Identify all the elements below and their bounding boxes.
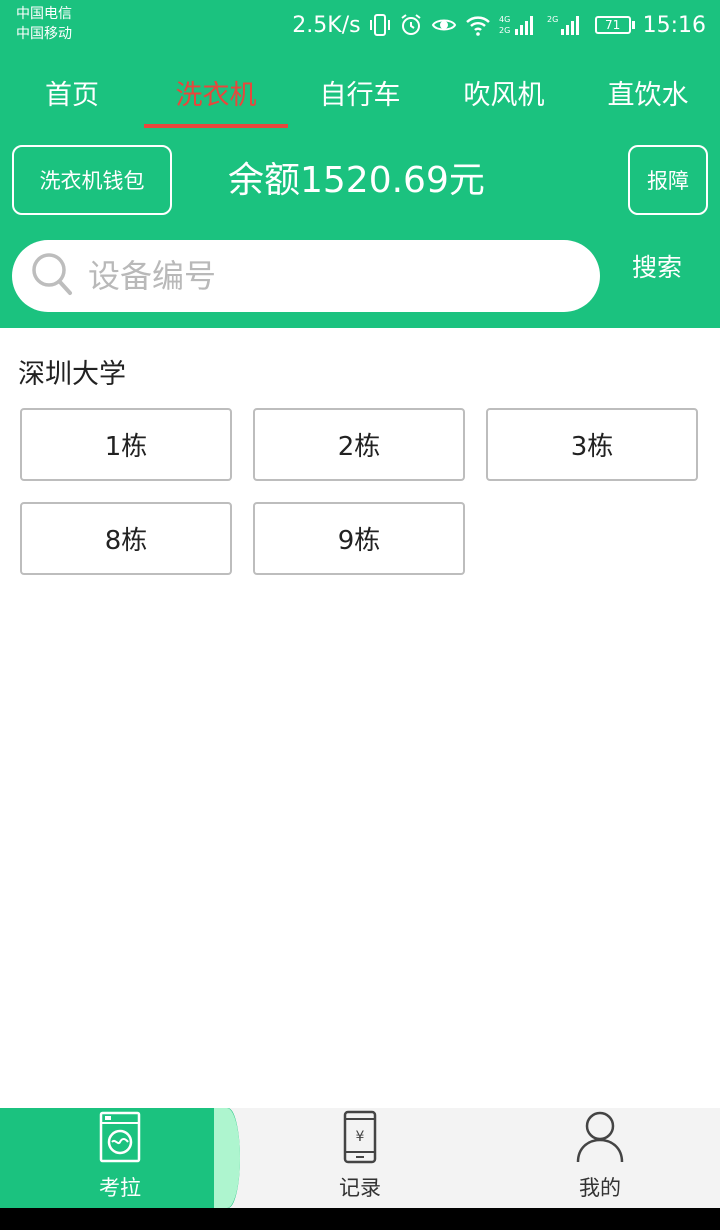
eye-icon (431, 13, 457, 37)
svg-text:2G: 2G (547, 15, 558, 24)
nav-item-koala[interactable]: 考拉 (0, 1108, 240, 1208)
tab-drinking-water[interactable]: 直饮水 (576, 52, 720, 132)
clock: 15:16 (642, 12, 706, 38)
svg-text:2G: 2G (499, 26, 510, 35)
phone-yuan-icon: ¥ (342, 1110, 378, 1164)
category-tabs: 首页 洗衣机 自行车 吹风机 直饮水 (0, 52, 720, 132)
carrier-info: 中国电信 中国移动 (16, 4, 72, 44)
building-button[interactable]: 8栋 (20, 502, 232, 575)
alarm-icon (399, 13, 423, 37)
battery-icon: 71 (594, 16, 635, 34)
search-box[interactable] (12, 240, 600, 312)
report-fault-button[interactable]: 报障 (628, 145, 708, 215)
net-speed: 2.5K/s (292, 12, 361, 38)
building-button[interactable]: 9栋 (253, 502, 465, 575)
nav-item-records[interactable]: ¥ 记录 (240, 1108, 480, 1208)
search-icon (30, 251, 74, 301)
svg-text:¥: ¥ (356, 1129, 365, 1145)
campus-title: 深圳大学 (18, 359, 126, 390)
carrier-telecom: 中国电信 (16, 6, 72, 22)
search-button[interactable]: 搜索 (632, 250, 682, 286)
status-indicators: 2.5K/s 4G 2G 2G 71 15:16 (292, 10, 706, 40)
nav-label-records: 记录 (339, 1176, 381, 1200)
carrier-mobile: 中国移动 (16, 26, 72, 42)
signal-2g-icon: 2G (547, 13, 587, 37)
user-icon (575, 1110, 625, 1164)
building-grid: 1栋 2栋 3栋 8栋 9栋 (20, 408, 700, 575)
balance-text: 余额1520.69元 (228, 160, 485, 201)
battery-level: 71 (594, 16, 631, 34)
tab-washing-machine[interactable]: 洗衣机 (144, 52, 288, 132)
nav-label-mine: 我的 (579, 1176, 621, 1200)
status-bar: 中国电信 中国移动 2.5K/s 4G 2G 2G 71 15:16 (0, 0, 720, 52)
building-button[interactable]: 2栋 (253, 408, 465, 481)
tab-home[interactable]: 首页 (0, 52, 144, 132)
nav-item-mine[interactable]: 我的 (480, 1108, 720, 1208)
bottom-nav: 考拉 ¥ 记录 我的 (0, 1108, 720, 1208)
building-button[interactable]: 1栋 (20, 408, 232, 481)
tab-hair-dryer[interactable]: 吹风机 (432, 52, 576, 132)
nav-label-koala: 考拉 (99, 1176, 141, 1200)
tab-bicycle[interactable]: 自行车 (288, 52, 432, 132)
building-button[interactable]: 3栋 (486, 408, 698, 481)
header-panel: 洗衣机钱包 余额1520.69元 报障 搜索 (0, 132, 720, 328)
wifi-icon (465, 13, 491, 37)
signal-4g-icon: 4G 2G (499, 13, 539, 37)
wallet-button[interactable]: 洗衣机钱包 (12, 145, 172, 215)
device-number-input[interactable] (88, 257, 548, 295)
washing-machine-icon (98, 1110, 142, 1164)
system-nav-bar (0, 1208, 720, 1230)
svg-text:4G: 4G (499, 15, 510, 24)
vibrate-icon (369, 13, 391, 37)
